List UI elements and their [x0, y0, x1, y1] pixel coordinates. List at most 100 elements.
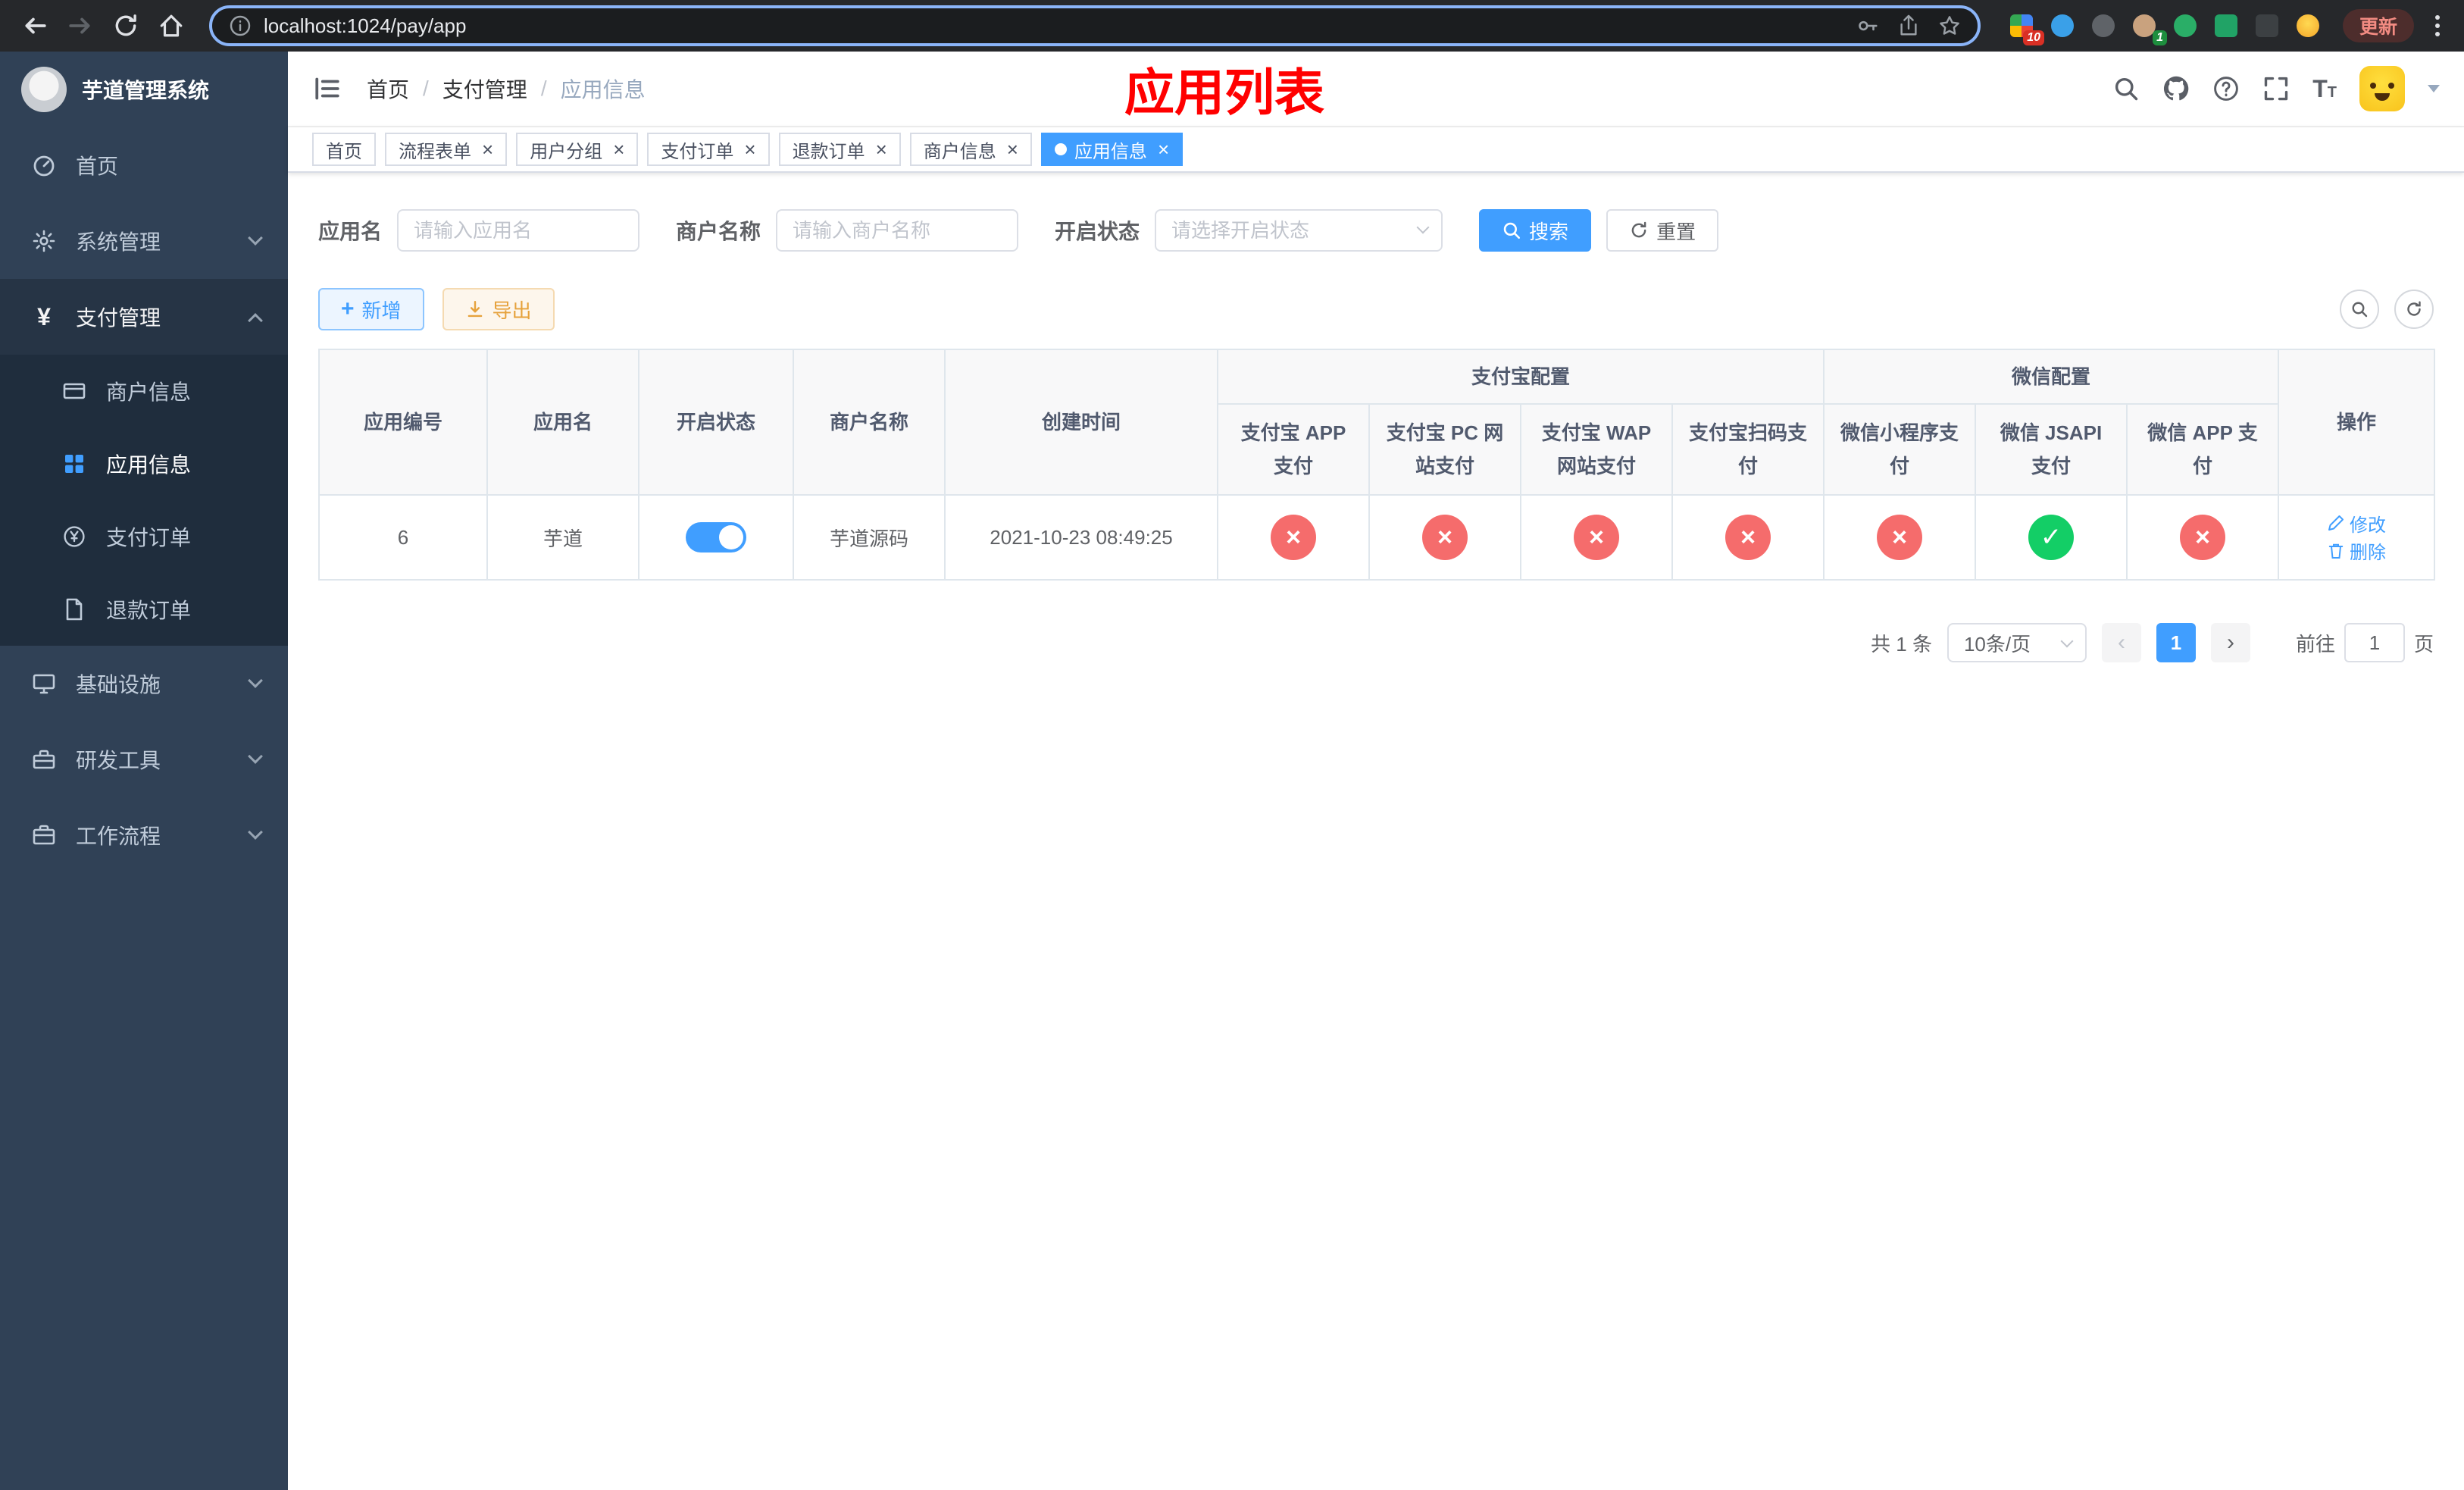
sidebar-item-refund-orders[interactable]: 退款订单	[0, 573, 288, 646]
sidebar-item-workflow[interactable]: 工作流程	[0, 797, 288, 873]
sidebar-item-merchant-info[interactable]: 商户信息	[0, 355, 288, 427]
tab-user-group[interactable]: 用户分组 ×	[516, 133, 639, 166]
close-icon[interactable]: ×	[744, 139, 755, 159]
refresh-icon	[2407, 301, 2421, 316]
monitor-icon	[30, 671, 58, 696]
toggle-search-button[interactable]	[2340, 290, 2379, 329]
close-icon[interactable]: ×	[613, 139, 624, 159]
extension-icon-4[interactable]: 1	[2131, 12, 2167, 45]
alipay-pc-status-icon: ×	[1422, 515, 1468, 560]
sidebar-item-dev-tools[interactable]: 研发工具	[0, 722, 288, 797]
browser-extensions: 10 1	[2008, 12, 2322, 45]
tab-merchant-info[interactable]: 商户信息 ×	[909, 133, 1032, 166]
help-icon[interactable]	[2212, 75, 2240, 102]
chevron-down-icon	[248, 749, 263, 764]
status-label: 开启状态	[1055, 220, 1140, 243]
goto-page-input[interactable]	[2344, 623, 2405, 662]
chevron-down-icon	[248, 230, 263, 246]
status-select[interactable]	[1155, 209, 1443, 252]
extension-icon-8[interactable]	[2294, 12, 2322, 39]
sidebar-item-app-info[interactable]: 应用信息	[0, 427, 288, 500]
extension-icon-7[interactable]	[2253, 12, 2281, 39]
page-1-button[interactable]: 1	[2156, 623, 2196, 662]
refresh-icon	[1631, 221, 1646, 238]
extension-icon-5[interactable]	[2172, 12, 2199, 39]
wechat-app-status-icon: ×	[2180, 515, 2226, 560]
search-form: 应用名 商户名称 开启状态	[318, 209, 2434, 252]
tab-refund-orders[interactable]: 退款订单 ×	[778, 133, 901, 166]
breadcrumb-payment[interactable]: 支付管理	[442, 74, 527, 104]
share-icon[interactable]	[1897, 14, 1920, 37]
grid-icon	[61, 452, 88, 476]
close-icon[interactable]: ×	[876, 139, 887, 159]
tab-app-info[interactable]: 应用信息 ×	[1040, 133, 1184, 166]
search-icon[interactable]	[2112, 75, 2140, 102]
bookmark-star-icon[interactable]	[1938, 14, 1961, 37]
download-icon	[467, 301, 482, 318]
tabs-bar: 首页 流程表单 × 用户分组 × 支付订单 × 退款订单 × 商户信息 × 应用…	[288, 127, 2464, 173]
browser-back-icon[interactable]	[15, 6, 55, 45]
prev-page-button[interactable]: ‹	[2101, 623, 2141, 662]
browser-update-button[interactable]: 更新	[2342, 9, 2414, 42]
sidebar-menu: 首页 系统管理 ¥ 支付管理 商户信息 应用信息 支付订单 退款订单 基础设施 …	[0, 127, 288, 873]
password-key-icon[interactable]	[1856, 14, 1879, 37]
search-icon	[2352, 302, 2368, 318]
extension-icon-3[interactable]	[2090, 12, 2117, 39]
sidebar-item-home[interactable]: 首页	[0, 127, 288, 203]
search-icon	[1503, 222, 1521, 239]
fullscreen-icon[interactable]	[2262, 75, 2290, 102]
page-title: 应用列表	[1124, 64, 1324, 121]
column-header: 支付宝 PC 网站支付	[1368, 403, 1521, 496]
address-bar[interactable]: localhost:1024/pay/app	[209, 5, 1981, 46]
close-icon[interactable]: ×	[1158, 139, 1169, 159]
column-header: 微信小程序支付	[1823, 403, 1977, 496]
avatar[interactable]	[2359, 66, 2405, 111]
refresh-table-button[interactable]	[2394, 290, 2434, 329]
next-page-button[interactable]: ›	[2210, 623, 2250, 662]
browser-home-icon[interactable]	[152, 6, 191, 45]
coin-yen-icon	[61, 524, 88, 549]
sidebar-item-system[interactable]: 系统管理	[0, 203, 288, 279]
column-header: 支付宝扫码支付	[1671, 403, 1825, 496]
site-info-icon[interactable]	[229, 14, 252, 37]
edit-link[interactable]: 修改	[2327, 510, 2386, 537]
status-toggle[interactable]	[686, 522, 746, 552]
extension-badge: 10	[2023, 30, 2044, 45]
app-table: 应用编号 应用名 开启状态 商户名称 创建时间 支付宝配置 微信配置 操作 支付…	[318, 349, 2436, 581]
chevron-down-icon[interactable]	[2428, 85, 2440, 92]
search-button[interactable]: 搜索	[1479, 209, 1592, 252]
table-toolbar: + 新增 导出	[318, 288, 2434, 330]
sidebar-item-payment-orders[interactable]: 支付订单	[0, 500, 288, 573]
page-size-select[interactable]	[1946, 623, 2087, 662]
close-icon[interactable]: ×	[1007, 139, 1018, 159]
delete-link[interactable]: 删除	[2327, 537, 2386, 564]
browser-reload-icon[interactable]	[106, 6, 145, 45]
app-header: 首页 / 支付管理 / 应用信息 应用列表 TT	[288, 52, 2464, 127]
reset-button[interactable]: 重置	[1606, 209, 1719, 252]
sidebar-toggle-icon[interactable]	[312, 74, 342, 104]
export-button[interactable]: 导出	[442, 288, 555, 330]
font-size-icon[interactable]: TT	[2312, 77, 2337, 101]
merchant-name-input[interactable]	[776, 209, 1019, 252]
pagination: 共 1 条 ‹ 1 › 前往 页	[318, 623, 2434, 693]
github-icon[interactable]	[2162, 75, 2190, 102]
alipay-wap-status-icon: ×	[1574, 515, 1619, 560]
alipay-qr-status-icon: ×	[1725, 515, 1771, 560]
payment-submenu: 商户信息 应用信息 支付订单 退款订单	[0, 355, 288, 646]
breadcrumb-home[interactable]: 首页	[367, 74, 409, 104]
browser-menu-icon[interactable]	[2426, 15, 2449, 36]
add-button[interactable]: + 新增	[318, 288, 424, 330]
close-icon[interactable]: ×	[482, 139, 493, 159]
tab-home[interactable]: 首页	[312, 133, 376, 166]
sidebar-item-infrastructure[interactable]: 基础设施	[0, 646, 288, 722]
sidebar-item-payment[interactable]: ¥ 支付管理	[0, 279, 288, 355]
extension-icon-6[interactable]	[2212, 12, 2240, 39]
alipay-app-status-icon: ×	[1271, 515, 1316, 560]
app-name-input[interactable]	[397, 209, 640, 252]
tab-payment-orders[interactable]: 支付订单 ×	[647, 133, 770, 166]
total-count: 共 1 条	[1871, 632, 1932, 656]
browser-forward-icon[interactable]	[61, 6, 100, 45]
extension-icon-2[interactable]	[2049, 12, 2076, 39]
tab-process-form[interactable]: 流程表单 ×	[385, 133, 508, 166]
extension-icon-1[interactable]: 10	[2008, 12, 2044, 45]
